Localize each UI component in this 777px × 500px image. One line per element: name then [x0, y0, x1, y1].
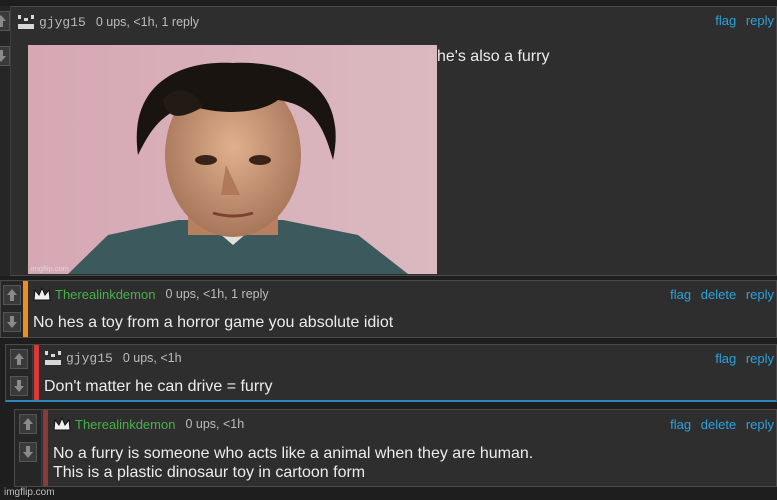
- crown-avatar-icon[interactable]: [53, 416, 71, 432]
- vote-bar: [15, 410, 42, 486]
- arrow-up-icon: [23, 418, 33, 430]
- comment-text-line: No a furry is someone who acts like a an…: [53, 445, 534, 462]
- vote-bar: [1, 281, 24, 337]
- reply-link[interactable]: reply: [746, 287, 774, 302]
- upvote-button[interactable]: [3, 285, 21, 305]
- comment-actions: flag delete reply: [664, 287, 774, 302]
- reply-accent-bar: [43, 410, 48, 486]
- comment-header: Therealinkdemon 0 ups, <1h, 1 reply: [33, 285, 269, 303]
- delete-link[interactable]: delete: [701, 417, 736, 432]
- comment-text: he's also a furry: [437, 48, 550, 65]
- comment-text-line: This is a plastic dinosaur toy in cartoo…: [53, 464, 366, 481]
- comment-4: Therealinkdemon 0 ups, <1h flag delete r…: [14, 409, 777, 487]
- arrow-up-icon: [14, 353, 24, 365]
- username-link[interactable]: Therealinkdemon: [55, 287, 155, 302]
- comment-text: Don't matter he can drive = furry: [44, 378, 273, 395]
- upvote-button[interactable]: [10, 349, 28, 369]
- arrow-up-icon: [7, 289, 17, 301]
- comment-actions: flag delete reply: [664, 417, 774, 432]
- arrow-down-icon: [7, 316, 17, 328]
- arrow-up-icon: [0, 15, 6, 27]
- downvote-button[interactable]: [3, 312, 21, 332]
- username-link[interactable]: Therealinkdemon: [75, 417, 175, 432]
- comment-actions: flag reply: [709, 13, 774, 28]
- comment-actions: flag reply: [709, 351, 774, 366]
- image-watermark: imgflip.com: [31, 264, 69, 273]
- comment-header: Therealinkdemon 0 ups, <1h: [53, 415, 244, 433]
- default-avatar-icon[interactable]: [44, 350, 62, 366]
- comment-text: No a furry is someone who acts like a an…: [53, 444, 533, 482]
- comment-meta: 0 ups, <1h: [185, 417, 245, 431]
- flag-link[interactable]: flag: [670, 287, 691, 302]
- comment-header: gjyg15 0 ups, <1h: [44, 349, 182, 367]
- comment-2: Therealinkdemon 0 ups, <1h, 1 reply flag…: [0, 280, 777, 338]
- comment-3: gjyg15 0 ups, <1h flag reply Don't matte…: [5, 344, 777, 402]
- reply-link[interactable]: reply: [746, 417, 774, 432]
- site-watermark: imgflip.com: [4, 487, 55, 498]
- flag-link[interactable]: flag: [670, 417, 691, 432]
- portrait-image: [28, 45, 437, 274]
- downvote-button[interactable]: [10, 376, 28, 396]
- comment-image[interactable]: imgflip.com: [28, 45, 437, 274]
- flag-link[interactable]: flag: [715, 13, 736, 28]
- comment-meta: 0 ups, <1h, 1 reply: [165, 287, 269, 301]
- comment-text: No hes a toy from a horror game you abso…: [33, 314, 394, 331]
- arrow-down-icon: [14, 380, 24, 392]
- reply-accent-bar: [34, 345, 39, 400]
- reply-accent-bar: [23, 281, 28, 337]
- username-link[interactable]: gjyg15: [39, 15, 86, 30]
- upvote-button[interactable]: [19, 414, 37, 434]
- default-avatar-icon[interactable]: [17, 14, 35, 30]
- crown-avatar-icon[interactable]: [33, 286, 51, 302]
- vote-bar: [6, 345, 33, 400]
- delete-link[interactable]: delete: [701, 287, 736, 302]
- upvote-button[interactable]: [0, 11, 10, 31]
- reply-link[interactable]: reply: [746, 351, 774, 366]
- vote-bar: [0, 6, 11, 276]
- flag-link[interactable]: flag: [715, 351, 736, 366]
- comment-1: gjyg15 0 ups, <1h, 1 reply flag reply im…: [10, 6, 777, 276]
- reply-link[interactable]: reply: [746, 13, 774, 28]
- arrow-down-icon: [0, 50, 6, 62]
- comment-meta: 0 ups, <1h, 1 reply: [95, 15, 200, 29]
- comment-meta: 0 ups, <1h: [122, 351, 182, 365]
- arrow-down-icon: [23, 446, 33, 458]
- username-link[interactable]: gjyg15: [66, 351, 113, 366]
- downvote-button[interactable]: [19, 442, 37, 462]
- comment-header: gjyg15 0 ups, <1h, 1 reply: [17, 13, 199, 31]
- downvote-button[interactable]: [0, 46, 10, 66]
